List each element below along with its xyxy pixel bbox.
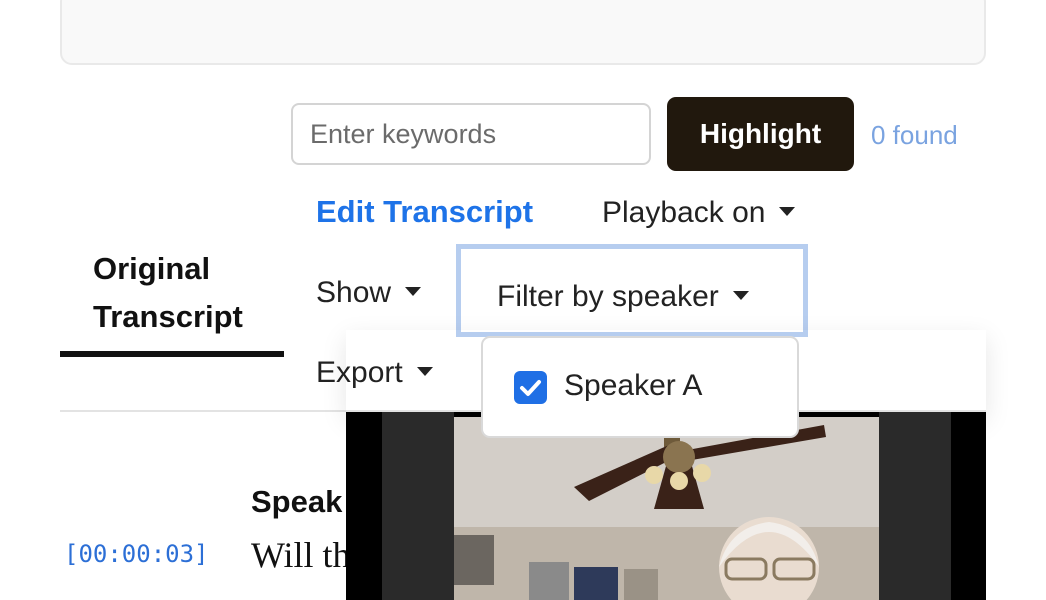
playback-dropdown[interactable]: Playback on	[602, 196, 796, 230]
speaker-filter-menu: Speaker A	[481, 336, 799, 438]
caret-down-icon	[779, 206, 796, 216]
caret-down-icon	[405, 286, 422, 296]
caret-down-icon	[732, 290, 749, 300]
video-letterbox-right	[879, 412, 951, 600]
video-player[interactable]	[346, 412, 986, 600]
playback-dropdown-label: Playback on	[602, 196, 766, 229]
transcript-content: [00:00:03] Speak Will th	[0, 0, 346, 600]
speaker-a-label[interactable]: Speaker A	[564, 369, 702, 403]
transcript-text: Will th	[251, 535, 346, 575]
timestamp-link[interactable]: [00:00:03]	[64, 540, 209, 568]
filter-dropdown-label: Filter by speaker	[497, 280, 719, 313]
filter-by-speaker-dropdown[interactable]: Filter by speaker	[456, 244, 808, 337]
speaker-label: Speak	[251, 484, 343, 519]
video-scene	[454, 417, 879, 600]
edit-transcript-link[interactable]: Edit Transcript	[316, 194, 533, 230]
checkbox-speaker-a[interactable]	[514, 371, 547, 404]
highlight-button[interactable]: Highlight	[667, 97, 854, 171]
checkmark-icon	[520, 380, 541, 396]
video-frame	[454, 417, 879, 600]
video-letterbox-left	[382, 412, 454, 600]
found-count: 0 found	[871, 120, 958, 150]
